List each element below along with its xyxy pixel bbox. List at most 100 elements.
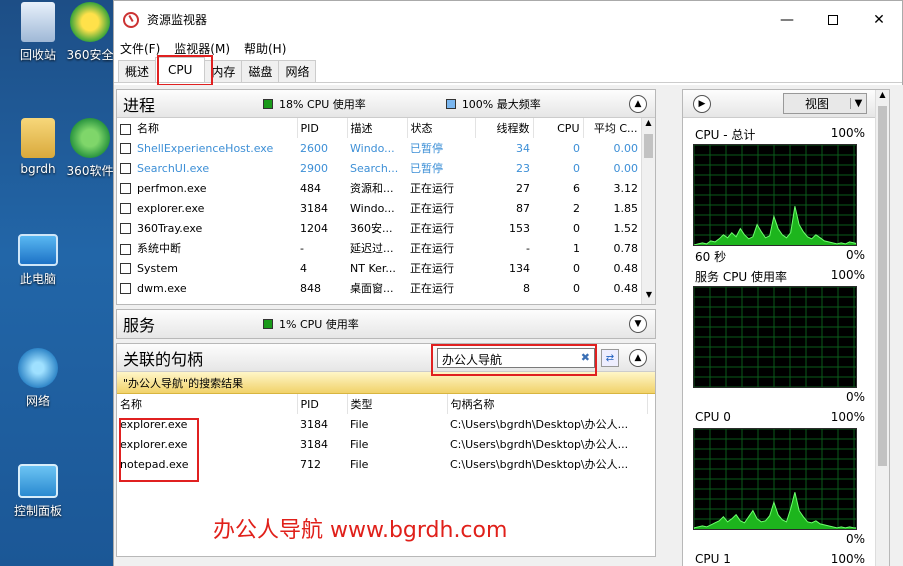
process-row[interactable]: explorer.exe 3184 Windo... 正在运行 87 2 1.85 bbox=[117, 198, 641, 218]
desktop-icon-360-security[interactable]: 360安全 bbox=[62, 2, 118, 63]
desktop-icon-control-panel[interactable]: 控制面板 bbox=[0, 464, 76, 519]
col-cpu[interactable]: CPU bbox=[533, 118, 584, 138]
minimize-button[interactable]: — bbox=[764, 1, 810, 38]
process-cpu: 0 bbox=[573, 141, 580, 155]
process-row[interactable]: 系统中断 - 延迟过... 正在运行 -1 0.78 bbox=[117, 238, 641, 258]
process-status: 正在运行 bbox=[410, 222, 454, 235]
process-row[interactable]: perfmon.exe 484 资源和... 正在运行 27 6 3.12 bbox=[117, 178, 641, 198]
desktop-icon-label: 网络 bbox=[25, 394, 50, 408]
processes-title: 进程 bbox=[123, 95, 156, 115]
col-description[interactable]: 描述 bbox=[347, 118, 408, 138]
maximize-icon bbox=[828, 14, 838, 25]
desktop-icon-360-software[interactable]: 360软件 bbox=[62, 118, 118, 179]
handle-row[interactable]: explorer.exe 3184 File C:\Users\bgrdh\Deskt… bbox=[117, 414, 647, 434]
collapse-right-arrow-icon[interactable]: ▶ bbox=[693, 95, 711, 113]
tab-overview[interactable]: 概述 bbox=[118, 60, 157, 82]
process-checkbox[interactable] bbox=[120, 223, 131, 234]
handle-process-name: explorer.exe bbox=[120, 417, 188, 431]
process-threads: 153 bbox=[509, 221, 530, 235]
col-handle-pid[interactable]: PID bbox=[297, 394, 348, 414]
process-row[interactable]: SearchUI.exe 2900 Search... 已暂停 23 0 0.00 bbox=[117, 158, 641, 178]
col-pid[interactable]: PID bbox=[297, 118, 348, 138]
col-name[interactable]: 名称 bbox=[117, 118, 298, 138]
close-button[interactable]: ✕ bbox=[856, 1, 902, 38]
title-bar[interactable]: 资源监视器 — ✕ bbox=[114, 1, 902, 38]
process-name: SearchUI.exe bbox=[117, 158, 297, 178]
scroll-thumb[interactable] bbox=[644, 134, 653, 158]
scroll-up-icon[interactable]: ▲ bbox=[642, 118, 655, 132]
tab-disk[interactable]: 磁盘 bbox=[241, 60, 280, 82]
col-avg-cpu[interactable]: 平均 C... bbox=[583, 118, 642, 138]
process-avg-cpu: 0.78 bbox=[613, 241, 639, 255]
graphs-scrollbar[interactable]: ▲ bbox=[875, 90, 889, 566]
process-checkbox[interactable] bbox=[120, 263, 131, 274]
process-checkbox[interactable] bbox=[120, 163, 131, 174]
menu-help[interactable]: 帮助(H) bbox=[244, 40, 286, 57]
maximize-button[interactable] bbox=[810, 1, 856, 38]
menu-file[interactable]: 文件(F) bbox=[120, 40, 160, 57]
processes-header[interactable]: 进程 18% CPU 使用率 100% 最大频率 ▲ bbox=[117, 90, 655, 118]
process-row[interactable]: ShellExperienceHost.exe 2600 Windo... 已暂停 34… bbox=[117, 138, 641, 158]
collapse-chevron-up-icon[interactable]: ▲ bbox=[629, 349, 647, 367]
col-handle-process-name[interactable]: 名称 bbox=[117, 394, 298, 414]
desktop-icon-computer[interactable]: 此电脑 bbox=[0, 234, 76, 287]
process-cpu: 0 bbox=[573, 261, 580, 275]
handle-row[interactable]: notepad.exe 712 File C:\Users\bgrdh\Desktop… bbox=[117, 454, 647, 474]
services-header[interactable]: 服务 1% CPU 使用率 ▼ bbox=[117, 310, 655, 338]
process-row[interactable]: 360Tray.exe 1204 360安... 正在运行 153 0 1.52 bbox=[117, 218, 641, 238]
scroll-down-icon[interactable]: ▼ bbox=[642, 290, 655, 304]
process-cpu: 2 bbox=[573, 201, 580, 215]
menu-bar: 文件(F) 监视器(M) 帮助(H) bbox=[114, 38, 902, 58]
process-pid: - bbox=[300, 241, 304, 255]
process-checkbox[interactable] bbox=[120, 203, 131, 214]
scroll-up-icon[interactable]: ▲ bbox=[876, 90, 889, 104]
graph-cpu0-footer: 0% bbox=[845, 532, 865, 546]
graphs-header: ▶ 视图 ▼ bbox=[683, 90, 889, 118]
control-panel-icon bbox=[18, 464, 58, 498]
watermark-text: 办公人导航 www.bgrdh.com bbox=[213, 518, 508, 543]
process-checkbox[interactable] bbox=[120, 243, 131, 255]
tab-memory[interactable]: 内存 bbox=[204, 60, 243, 82]
process-row[interactable]: dwm.exe 848 桌面窗... 正在运行 8 0 0.48 bbox=[117, 278, 641, 298]
process-description: Search... bbox=[350, 161, 399, 175]
handle-process-name: notepad.exe bbox=[120, 457, 189, 471]
processes-scrollbar[interactable]: ▲ ▼ bbox=[641, 118, 655, 304]
handles-header[interactable]: 关联的句柄 办公人导航 ✖ ⇄ ▲ bbox=[117, 344, 655, 372]
col-handle-type[interactable]: 类型 bbox=[347, 394, 448, 414]
col-status[interactable]: 状态 bbox=[407, 118, 476, 138]
col-handle-name[interactable]: 句柄名称 bbox=[447, 394, 648, 414]
col-threads[interactable]: 线程数 bbox=[475, 118, 534, 138]
cpu-usage-swatch bbox=[263, 98, 273, 109]
chevron-down-icon[interactable]: ▼ bbox=[850, 98, 866, 109]
process-avg-cpu: 1.52 bbox=[613, 221, 639, 235]
select-all-checkbox[interactable] bbox=[120, 123, 131, 135]
process-pid: 2600 bbox=[300, 141, 328, 155]
handle-name: C:\Users\bgrdh\Desktop\办公人... bbox=[450, 438, 629, 451]
desktop-icon-network[interactable]: 网络 bbox=[0, 348, 76, 409]
handle-row[interactable]: explorer.exe 3184 File C:\Users\bgrdh\Deskt… bbox=[117, 434, 647, 454]
process-checkbox[interactable] bbox=[120, 283, 131, 294]
tab-network[interactable]: 网络 bbox=[278, 60, 317, 82]
collapse-chevron-up-icon[interactable]: ▲ bbox=[629, 95, 647, 113]
refresh-search-icon[interactable]: ⇄ bbox=[601, 349, 619, 367]
scroll-thumb[interactable] bbox=[878, 106, 887, 466]
process-checkbox[interactable] bbox=[120, 143, 131, 154]
process-cpu: 0 bbox=[573, 161, 580, 175]
handle-search-input[interactable]: 办公人导航 ✖ bbox=[437, 348, 595, 368]
resource-monitor-window: 资源监视器 — ✕ 文件(F) 监视器(M) 帮助(H) 概述 CPU 内存 磁… bbox=[113, 0, 903, 566]
clear-search-icon[interactable]: ✖ bbox=[581, 351, 590, 364]
graphs-panel: ▶ 视图 ▼ CPU - 总计 100% 60 秒 0% 服务 CPU 使用率 100… bbox=[682, 89, 890, 566]
tab-cpu[interactable]: CPU bbox=[155, 57, 206, 82]
view-dropdown[interactable]: 视图 ▼ bbox=[783, 93, 867, 114]
process-row[interactable]: System 4 NT Ker... 正在运行 134 0 0.48 bbox=[117, 258, 641, 278]
menu-monitor[interactable]: 监视器(M) bbox=[174, 40, 230, 57]
left-panels: 进程 18% CPU 使用率 100% 最大频率 ▲ 名称 PID 描述 状态 … bbox=[116, 89, 656, 561]
graph-cpu-total bbox=[693, 144, 857, 246]
process-checkbox[interactable] bbox=[120, 183, 131, 194]
process-description: 360安... bbox=[350, 222, 393, 235]
handle-name: C:\Users\bgrdh\Desktop\办公人... bbox=[450, 418, 629, 431]
handles-title: 关联的句柄 bbox=[123, 349, 204, 369]
process-threads: 87 bbox=[516, 201, 530, 215]
expand-chevron-down-icon[interactable]: ▼ bbox=[629, 315, 647, 333]
handle-pid: 3184 bbox=[300, 437, 328, 451]
